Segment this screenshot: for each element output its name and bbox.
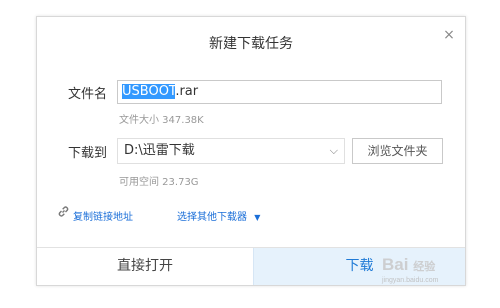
file-size-text: 文件大小 347.38K [119,115,204,126]
close-icon[interactable]: × [441,27,457,43]
new-download-dialog: 新建下载任务 × 文件名 USBOOT.rar 文件大小 347.38K 下载到… [36,16,466,286]
open-directly-button[interactable]: 直接打开 [37,248,253,285]
choose-other-downloader-label: 选择其他下载器 [177,212,247,223]
filename-label: 文件名 [68,87,108,102]
watermark-text: Bai [382,255,409,274]
dialog-title: 新建下载任务 [209,36,293,52]
download-path-value: D:\迅雷下载 [124,143,195,158]
choose-other-downloader-button[interactable]: 选择其他下载器 ▼ [177,208,260,223]
baidu-watermark: Bai 经验 [382,255,435,275]
watermark-url: jingyan.baidu.com [382,277,439,284]
download-to-label: 下载到 [68,146,108,161]
browse-folder-button[interactable]: 浏览文件夹 [352,138,443,164]
watermark-text-2: 经验 [413,261,436,273]
copy-link-button[interactable]: 复制链接地址 [73,208,133,223]
filename-input[interactable]: USBOOT.rar [117,80,442,104]
caret-down-icon: ▼ [254,213,261,222]
download-path-select[interactable]: D:\迅雷下载 ⌵ [117,138,345,164]
filename-selected-text: USBOOT [122,84,176,99]
link-icon [57,205,70,221]
chevron-down-icon: ⌵ [329,144,338,157]
filename-extension: .rar [175,84,199,99]
free-space-text: 可用空间 23.73G [119,177,199,188]
